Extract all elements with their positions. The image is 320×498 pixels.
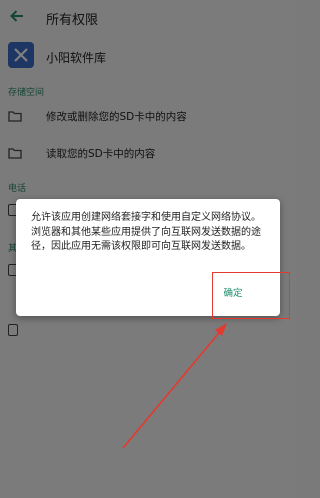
annotation-arrow xyxy=(122,323,227,449)
